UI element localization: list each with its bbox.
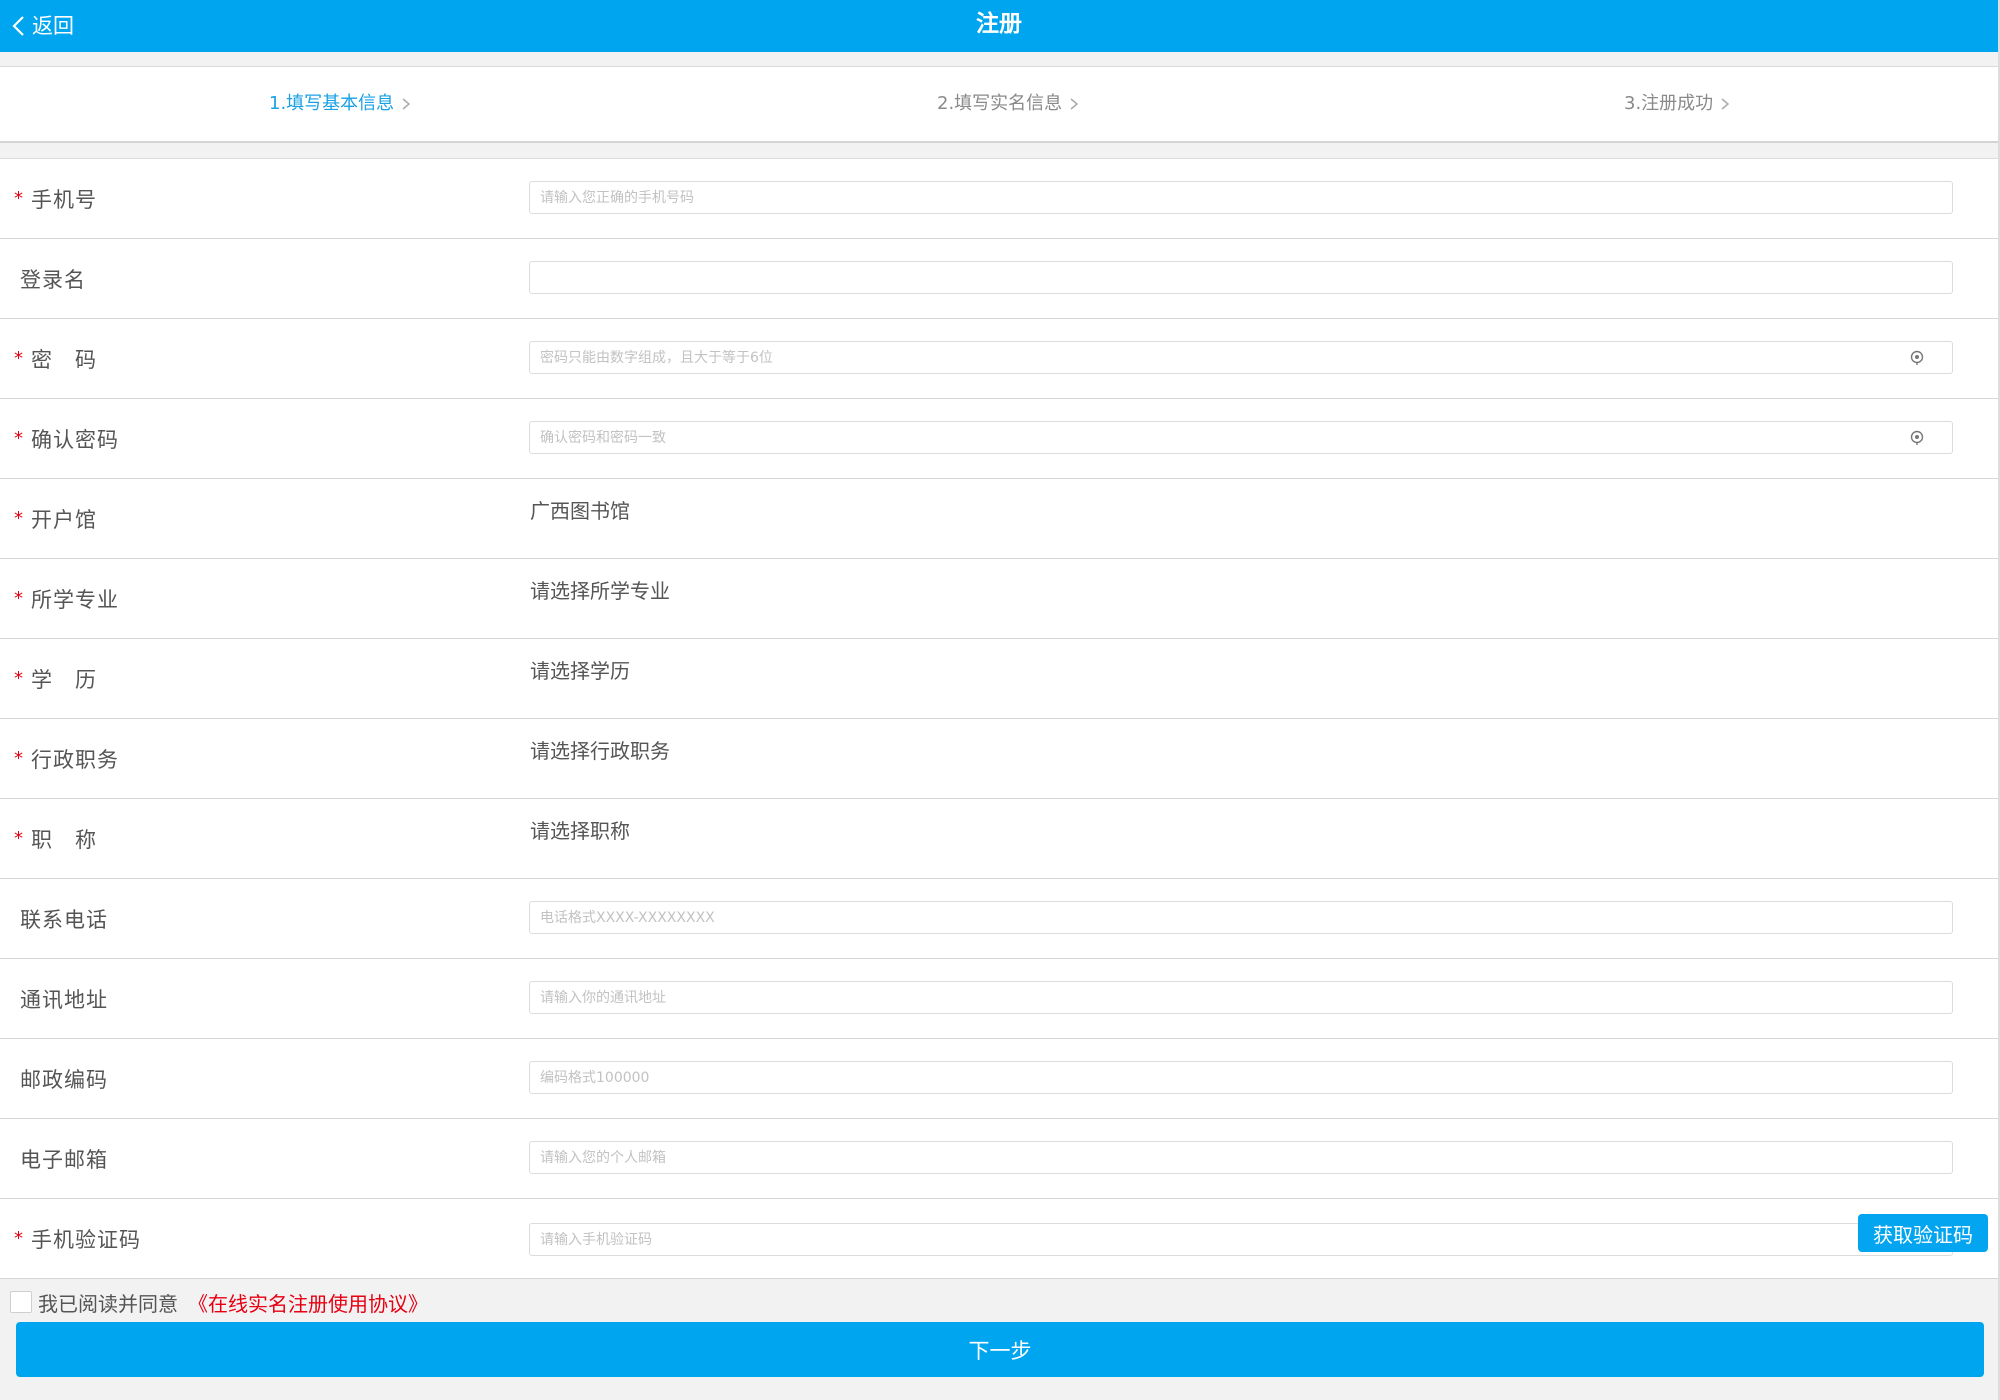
contact-phone-input[interactable] [530,902,1952,933]
library-select[interactable]: 广西图书馆 [530,495,630,524]
page-title: 注册 [976,11,1022,37]
field-label: * 学 历 [14,667,97,692]
major-select[interactable]: 请选择所学专业 [530,575,670,604]
agree-checkbox[interactable] [10,1291,32,1313]
field-label: 联系电话 [20,907,108,932]
step-success: 3.注册成功 [1624,67,1731,141]
chevron-right-icon [402,98,411,110]
chevron-right-icon [1721,98,1730,110]
address-input[interactable] [530,982,1952,1013]
show-password-icon[interactable] [1910,430,1924,446]
step-basic-info: 1.填写基本信息 [269,67,412,141]
form-row-email: 电子邮箱 [0,1119,1998,1199]
form-row-confirm-password: * 确认密码 [0,399,1998,479]
field-label: * 密 码 [14,347,97,372]
field-label: 登录名 [20,267,86,292]
title-select[interactable]: 请选择职称 [530,815,630,844]
form-row-login-name: 登录名 [0,239,1998,319]
show-password-icon[interactable] [1910,350,1924,366]
required-mark: * [14,588,23,609]
required-mark: * [14,828,23,849]
get-code-button[interactable]: 获取验证码 [1858,1214,1988,1252]
form-row-postcode: 邮政编码 [0,1039,1998,1119]
form-row-education: * 学 历 请选择学历 [0,639,1998,719]
form-row-library: * 开户馆 广西图书馆 [0,479,1998,559]
field-label: * 职 称 [14,827,97,852]
form-row-title: * 职 称 请选择职称 [0,799,1998,879]
required-mark: * [14,428,23,449]
field-label: * 行政职务 [14,747,119,772]
required-mark: * [14,1228,23,1249]
agreement-row: 我已阅读并同意 《在线实名注册使用协议》 [0,1282,1998,1322]
form-row-contact-phone: 联系电话 [0,879,1998,959]
phone-input[interactable] [530,182,1952,213]
postcode-input[interactable] [530,1062,1952,1093]
confirm-password-input[interactable] [530,422,1952,453]
position-select[interactable]: 请选择行政职务 [530,735,670,764]
field-label: * 手机验证码 [14,1227,141,1252]
password-input[interactable] [530,342,1952,373]
form-row-address: 通讯地址 [0,959,1998,1039]
field-label: * 确认密码 [14,427,119,452]
form-row-phone: * 手机号 [0,159,1998,239]
required-mark: * [14,748,23,769]
register-page: 返回 注册 1.填写基本信息 2.填写实名信息 3.注册成功 * 手机号 请输入… [0,0,2000,1400]
required-mark: * [14,508,23,529]
step-label: 2.填写实名信息 [937,93,1063,114]
field-label: * 手机号 [14,187,97,212]
step-label: 1.填写基本信息 [269,93,395,114]
field-label: 电子邮箱 [20,1147,108,1172]
chevron-right-icon [1070,98,1079,110]
field-label: 邮政编码 [20,1067,108,1092]
required-mark: * [14,668,23,689]
education-select[interactable]: 请选择学历 [530,655,630,684]
email-input[interactable] [530,1142,1952,1173]
required-mark: * [14,188,23,209]
form-row-sms-code: * 手机验证码 获取验证码 [0,1199,1998,1279]
agreement-text: 我已阅读并同意 [38,1291,178,1316]
form-row-position: * 行政职务 请选择行政职务 [0,719,1998,799]
login-name-input[interactable] [530,262,1952,293]
required-mark: * [14,348,23,369]
field-label: 通讯地址 [20,987,108,1012]
field-label: * 所学专业 [14,587,119,612]
header-bar: 返回 注册 [0,0,1998,52]
form-row-major: * 所学专业 请选择所学专业 [0,559,1998,639]
step-realname-info: 2.填写实名信息 [937,67,1080,141]
form-row-password: * 密 码 [0,319,1998,399]
agreement-link[interactable]: 《在线实名注册使用协议》 [188,1288,428,1317]
field-label: * 开户馆 [14,507,97,532]
register-form: * 手机号 登录名 * 密 码 [0,158,1998,1279]
sms-code-input[interactable] [530,1224,1952,1255]
step-label: 3.注册成功 [1624,93,1714,114]
next-step-button[interactable]: 下一步 [16,1322,1984,1377]
step-indicator: 1.填写基本信息 2.填写实名信息 3.注册成功 [0,66,1998,143]
